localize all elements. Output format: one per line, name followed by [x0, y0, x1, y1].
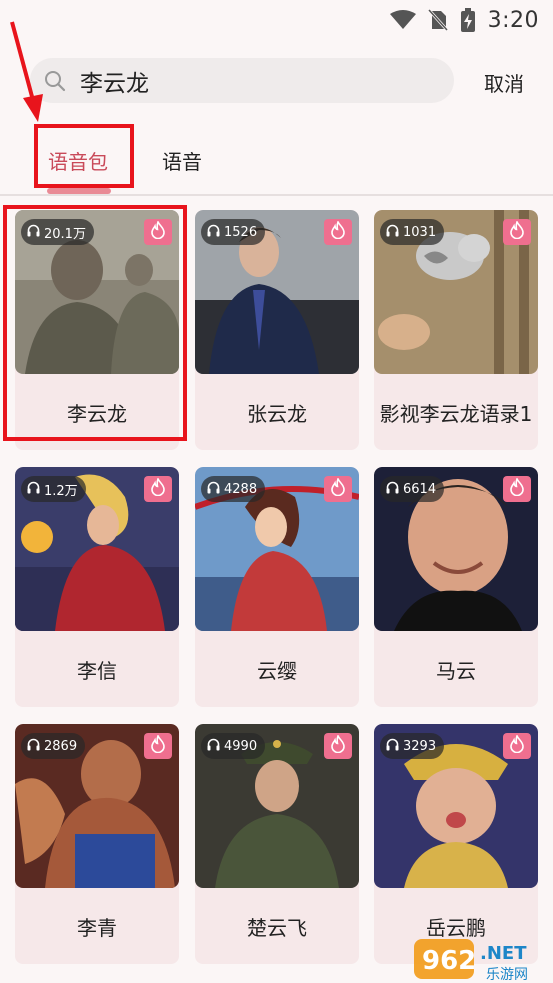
divider — [0, 194, 553, 196]
hot-badge — [503, 476, 531, 502]
flame-icon — [330, 734, 346, 757]
headphones-icon — [27, 224, 40, 241]
cancel-button[interactable]: 取消 — [474, 62, 534, 102]
hot-badge — [144, 476, 172, 502]
play-count-badge: 2869 — [21, 733, 86, 759]
status-bar: 3:20 — [0, 0, 553, 40]
flame-icon — [150, 477, 166, 500]
hot-badge — [144, 733, 172, 759]
voice-pack-name: 楚云飞 — [247, 915, 307, 940]
flame-icon — [509, 477, 525, 500]
hot-badge — [503, 219, 531, 245]
voice-pack-card[interactable]: 1526 张云龙 — [195, 210, 359, 450]
wifi-icon — [389, 10, 416, 30]
play-count-badge: 4990 — [201, 733, 266, 759]
play-count-badge: 1.2万 — [21, 476, 86, 502]
play-count: 20.1万 — [44, 226, 86, 242]
play-count-badge: 3293 — [380, 733, 445, 759]
hot-badge — [144, 219, 172, 245]
play-count-badge: 20.1万 — [21, 219, 94, 245]
voice-pack-name: 影视李云龙语录1 — [379, 401, 533, 426]
voice-pack-name: 李信 — [77, 658, 117, 683]
clock: 3:20 — [487, 7, 539, 33]
voice-pack-card[interactable]: 1.2万 李信 — [15, 467, 179, 707]
hot-badge — [503, 733, 531, 759]
headphones-icon — [27, 738, 40, 755]
headphones-icon — [386, 224, 399, 241]
voice-pack-name: 岳云鹏 — [426, 915, 486, 940]
voice-pack-card[interactable]: 4288 云缨 — [195, 467, 359, 707]
voice-pack-card[interactable]: 20.1万 李云龙 — [15, 210, 179, 450]
flame-icon — [330, 220, 346, 243]
voice-pack-card[interactable]: 3293 岳云鹏 — [374, 724, 538, 964]
play-count-badge: 6614 — [380, 476, 445, 502]
headphones-icon — [27, 481, 40, 498]
hot-badge — [324, 733, 352, 759]
play-count: 2869 — [44, 738, 78, 754]
tab-voice[interactable]: 语音 — [162, 146, 202, 175]
play-count-badge: 4288 — [201, 476, 266, 502]
voice-pack-card[interactable]: 6614 马云 — [374, 467, 538, 707]
play-count: 1526 — [224, 224, 258, 240]
headphones-icon — [386, 481, 399, 498]
play-count: 4288 — [224, 481, 258, 497]
flame-icon — [330, 477, 346, 500]
play-count: 6614 — [403, 481, 437, 497]
play-count: 1.2万 — [44, 483, 78, 499]
headphones-icon — [207, 224, 220, 241]
search-icon — [44, 70, 66, 92]
search-input[interactable] — [80, 67, 410, 94]
hot-badge — [324, 219, 352, 245]
voice-pack-card[interactable]: 2869 李青 — [15, 724, 179, 964]
no-sim-icon — [427, 9, 448, 31]
svg-text:乐游网: 乐游网 — [486, 967, 528, 983]
voice-pack-card[interactable]: 4990 楚云飞 — [195, 724, 359, 964]
headphones-icon — [386, 738, 399, 755]
search-bar[interactable] — [30, 58, 454, 103]
voice-pack-name: 张云龙 — [247, 401, 307, 426]
flame-icon — [150, 734, 166, 757]
flame-icon — [509, 734, 525, 757]
tab-voice-pack[interactable]: 语音包 — [48, 146, 108, 175]
voice-pack-name: 李青 — [77, 915, 117, 940]
play-count: 3293 — [403, 738, 437, 754]
play-count-badge: 1526 — [201, 219, 266, 245]
voice-pack-name: 马云 — [436, 658, 476, 683]
play-count: 1031 — [403, 224, 437, 240]
hot-badge — [324, 476, 352, 502]
flame-icon — [150, 220, 166, 243]
headphones-icon — [207, 738, 220, 755]
headphones-icon — [207, 481, 220, 498]
voice-pack-card[interactable]: 1031 影视李云龙语录1 — [374, 210, 538, 450]
battery-charging-icon — [460, 8, 476, 32]
tab-bar: 语音包 语音 — [0, 130, 553, 194]
play-count-badge: 1031 — [380, 219, 445, 245]
voice-pack-name: 云缨 — [257, 658, 297, 683]
flame-icon — [509, 220, 525, 243]
voice-pack-name: 李云龙 — [67, 401, 127, 426]
play-count: 4990 — [224, 738, 258, 754]
